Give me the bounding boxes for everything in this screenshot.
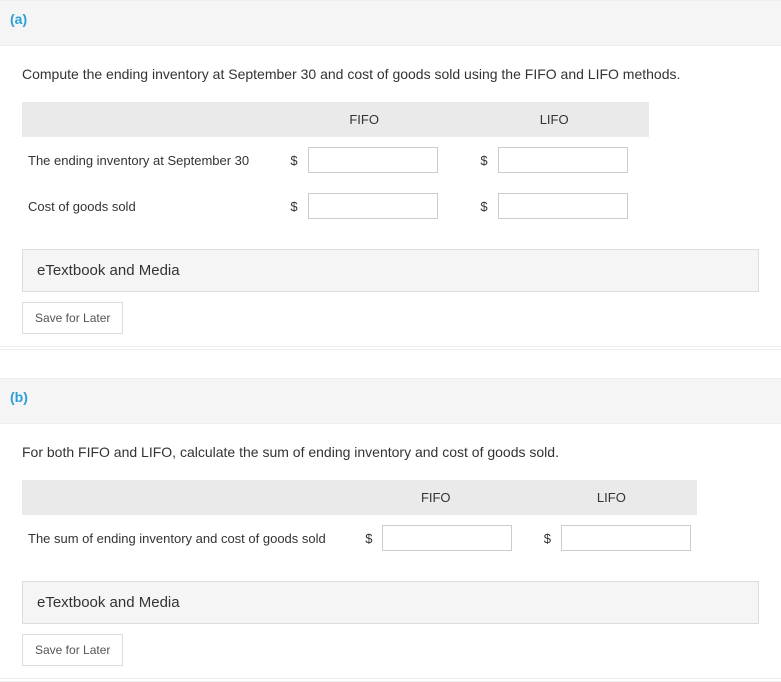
- row-ending-inventory: The ending inventory at September 30 $ $: [22, 137, 649, 183]
- part-b-instruction: For both FIFO and LIFO, calculate the su…: [22, 444, 759, 460]
- dollar-sign: $: [526, 515, 555, 561]
- cogs-lifo-input[interactable]: [498, 193, 628, 219]
- gap: [0, 350, 781, 378]
- part-b-label: (b): [10, 389, 28, 405]
- part-a-label: (a): [10, 11, 27, 27]
- col-blank: [22, 102, 269, 137]
- sum-fifo-input[interactable]: [382, 525, 512, 551]
- part-b-table: FIFO LIFO The sum of ending inventory an…: [22, 480, 697, 561]
- col-blank: [22, 480, 346, 515]
- dollar-sign: $: [459, 137, 491, 183]
- save-for-later-button[interactable]: Save for Later: [22, 302, 123, 334]
- row-cogs: Cost of goods sold $ $: [22, 183, 649, 229]
- part-a-table: FIFO LIFO The ending inventory at Septem…: [22, 102, 649, 229]
- cogs-label: Cost of goods sold: [22, 183, 269, 229]
- row-sum: The sum of ending inventory and cost of …: [22, 515, 697, 561]
- part-a-instruction: Compute the ending inventory at Septembe…: [22, 66, 759, 82]
- dollar-sign: $: [346, 515, 377, 561]
- ending-inventory-label: The ending inventory at September 30: [22, 137, 269, 183]
- dollar-sign: $: [269, 183, 301, 229]
- col-lifo-header: LIFO: [526, 480, 697, 515]
- part-b-header: (b): [0, 378, 781, 424]
- sum-label: The sum of ending inventory and cost of …: [22, 515, 346, 561]
- dollar-sign: $: [269, 137, 301, 183]
- etextbook-button[interactable]: eTextbook and Media: [22, 249, 759, 292]
- dollar-sign: $: [459, 183, 491, 229]
- divider: [0, 678, 781, 682]
- col-lifo-header: LIFO: [459, 102, 649, 137]
- ending-inventory-lifo-input[interactable]: [498, 147, 628, 173]
- part-b-body: For both FIFO and LIFO, calculate the su…: [0, 424, 781, 678]
- part-a-body: Compute the ending inventory at Septembe…: [0, 46, 781, 346]
- ending-inventory-fifo-input[interactable]: [308, 147, 438, 173]
- etextbook-button[interactable]: eTextbook and Media: [22, 581, 759, 624]
- part-a-header: (a): [0, 0, 781, 46]
- col-fifo-header: FIFO: [346, 480, 526, 515]
- sum-lifo-input[interactable]: [561, 525, 691, 551]
- save-for-later-button[interactable]: Save for Later: [22, 634, 123, 666]
- col-fifo-header: FIFO: [269, 102, 459, 137]
- cogs-fifo-input[interactable]: [308, 193, 438, 219]
